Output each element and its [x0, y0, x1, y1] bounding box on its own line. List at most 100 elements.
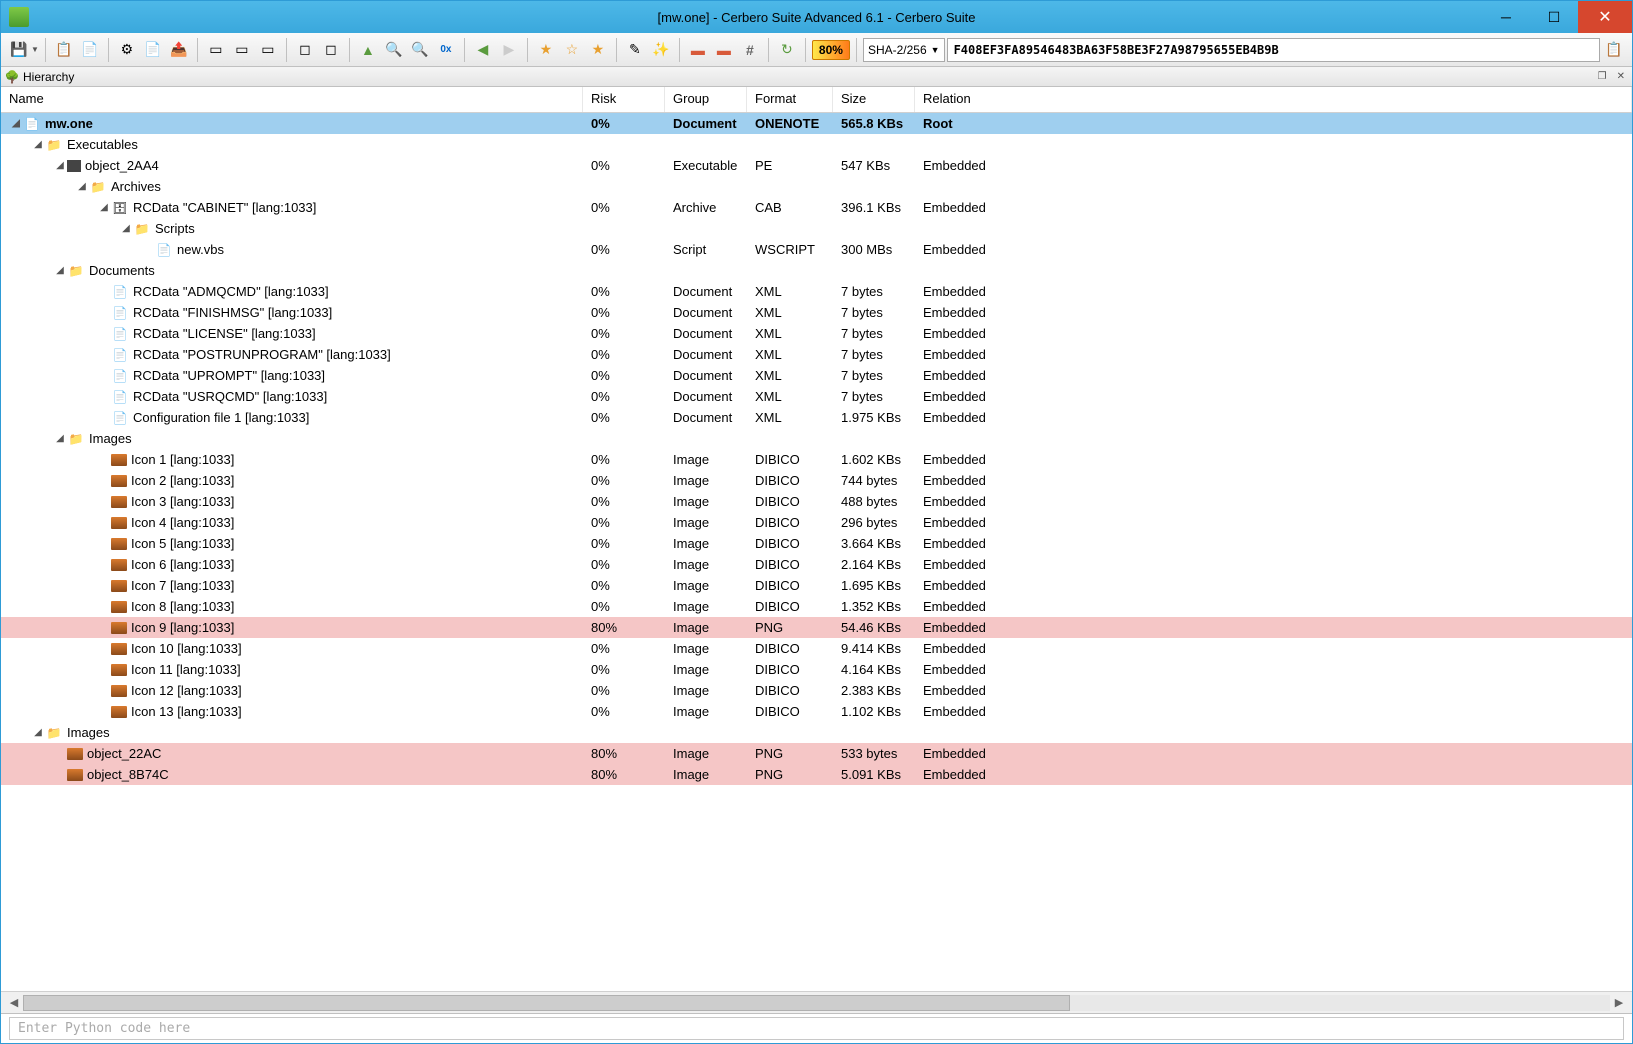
bookmark-button[interactable]: ☆	[560, 38, 584, 62]
bookmark-list-button[interactable]: ★	[586, 38, 610, 62]
undock-button[interactable]: ❐	[1595, 71, 1610, 82]
cell-relation: Embedded	[915, 683, 1632, 698]
tree-row[interactable]: Icon 6 [lang:1033]0%ImageDIBICO2.164 KBs…	[1, 554, 1632, 575]
tree-row[interactable]: RCData "POSTRUNPROGRAM" [lang:1033]0%Doc…	[1, 344, 1632, 365]
expand-toggle[interactable]: ◢	[9, 118, 23, 129]
scroll-track[interactable]	[23, 995, 1610, 1011]
window-button[interactable]: ▭	[204, 38, 228, 62]
scroll-left-button[interactable]: ◀	[5, 996, 23, 1009]
column-name[interactable]: Name	[1, 87, 583, 112]
doc-icon	[111, 305, 129, 321]
tree-row[interactable]: RCData "FINISHMSG" [lang:1033]0%Document…	[1, 302, 1632, 323]
save-window-button[interactable]: ▭	[230, 38, 254, 62]
tree-row[interactable]: Icon 2 [lang:1033]0%ImageDIBICO744 bytes…	[1, 470, 1632, 491]
paste-button[interactable]: 📄	[78, 38, 102, 62]
tree-row[interactable]: RCData "ADMQCMD" [lang:1033]0%DocumentXM…	[1, 281, 1632, 302]
tree-row[interactable]: ◢Documents	[1, 260, 1632, 281]
expand-toggle[interactable]: ◢	[119, 223, 133, 234]
close-button[interactable]: ✕	[1578, 1, 1632, 33]
column-group[interactable]: Group	[665, 87, 747, 112]
pencil-button[interactable]: ✎	[623, 38, 647, 62]
tree-row[interactable]: Icon 9 [lang:1033]80%ImagePNG54.46 KBsEm…	[1, 617, 1632, 638]
refresh-button[interactable]: ↻	[775, 38, 799, 62]
copy-hash-button[interactable]: 📋	[1602, 38, 1626, 62]
tree-row[interactable]: Icon 8 [lang:1033]0%ImageDIBICO1.352 KBs…	[1, 596, 1632, 617]
wand-button[interactable]: ✨	[649, 38, 673, 62]
cell-risk: 0%	[583, 641, 665, 656]
find-button[interactable]: 🔍	[382, 38, 406, 62]
tree-row[interactable]: new.vbs0%ScriptWSCRIPT300 MBsEmbedded	[1, 239, 1632, 260]
cell-risk: 0%	[583, 389, 665, 404]
tree-row[interactable]: object_22AC80%ImagePNG533 bytesEmbedded	[1, 743, 1632, 764]
hash-button[interactable]: #	[738, 38, 762, 62]
tree-row[interactable]: RCData "UPROMPT" [lang:1033]0%DocumentXM…	[1, 365, 1632, 386]
tree-row[interactable]: object_8B74C80%ImagePNG5.091 KBsEmbedded	[1, 764, 1632, 785]
back-button[interactable]: ◀	[471, 38, 495, 62]
up-button[interactable]: ▲	[356, 38, 380, 62]
tree-row[interactable]: ◢Archives	[1, 176, 1632, 197]
tree-row[interactable]: Icon 10 [lang:1033]0%ImageDIBICO9.414 KB…	[1, 638, 1632, 659]
gear-button[interactable]: ⚙	[115, 38, 139, 62]
tree-row[interactable]: RCData "LICENSE" [lang:1033]0%DocumentXM…	[1, 323, 1632, 344]
column-relation[interactable]: Relation	[915, 87, 1632, 112]
tree-row[interactable]: ◢mw.one0%DocumentONENOTE565.8 KBsRoot	[1, 113, 1632, 134]
expand-toggle[interactable]: ◢	[97, 202, 111, 213]
hash-value-field[interactable]: F408EF3FA89546483BA63F58BE3F27A98795655E…	[947, 38, 1600, 62]
expand-toggle[interactable]: ◢	[31, 139, 45, 150]
column-risk[interactable]: Risk	[583, 87, 665, 112]
hash-algo-combo[interactable]: SHA-2/256 ▼	[863, 38, 945, 62]
expand-toggle[interactable]: ◢	[53, 160, 67, 171]
tree-row[interactable]: Icon 5 [lang:1033]0%ImageDIBICO3.664 KBs…	[1, 533, 1632, 554]
expand-toggle[interactable]: ◢	[53, 265, 67, 276]
tree-row[interactable]: ◢object_2AA40%ExecutablePE547 KBsEmbedde…	[1, 155, 1632, 176]
export-button[interactable]: 📤	[167, 38, 191, 62]
hex-button[interactable]: 0x	[434, 38, 458, 62]
panel2-button[interactable]: ◻	[319, 38, 343, 62]
add-file-button[interactable]: 📄	[141, 38, 165, 62]
tree-row[interactable]: RCData "USRQCMD" [lang:1033]0%DocumentXM…	[1, 386, 1632, 407]
tree-row[interactable]: ◢Scripts	[1, 218, 1632, 239]
tree-row[interactable]: Icon 1 [lang:1033]0%ImageDIBICO1.602 KBs…	[1, 449, 1632, 470]
scroll-thumb[interactable]	[23, 995, 1070, 1011]
forward-button[interactable]: ▶	[497, 38, 521, 62]
img-icon	[67, 769, 83, 781]
tree-row[interactable]: Icon 11 [lang:1033]0%ImageDIBICO4.164 KB…	[1, 659, 1632, 680]
tree-row[interactable]: Configuration file 1 [lang:1033]0%Docume…	[1, 407, 1632, 428]
flag2-button[interactable]: ▬	[712, 38, 736, 62]
tree-row[interactable]: ◢Images	[1, 428, 1632, 449]
scroll-right-button[interactable]: ▶	[1610, 996, 1628, 1009]
tree-row[interactable]: Icon 3 [lang:1033]0%ImageDIBICO488 bytes…	[1, 491, 1632, 512]
delete-window-button[interactable]: ▭	[256, 38, 280, 62]
bookmark-add-button[interactable]: ★	[534, 38, 558, 62]
tree-row[interactable]: Icon 12 [lang:1033]0%ImageDIBICO2.383 KB…	[1, 680, 1632, 701]
window-title: [mw.one] - Cerbero Suite Advanced 6.1 - …	[1, 10, 1632, 25]
tree-row[interactable]: Icon 13 [lang:1033]0%ImageDIBICO1.102 KB…	[1, 701, 1632, 722]
close-panel-button[interactable]: ✕	[1614, 71, 1628, 82]
horizontal-scrollbar[interactable]: ◀ ▶	[1, 991, 1632, 1013]
titlebar[interactable]: [mw.one] - Cerbero Suite Advanced 6.1 - …	[1, 1, 1632, 33]
column-format[interactable]: Format	[747, 87, 833, 112]
flag1-button[interactable]: ▬	[686, 38, 710, 62]
risk-badge[interactable]: 80%	[812, 40, 850, 60]
column-size[interactable]: Size	[833, 87, 915, 112]
cell-group: Executable	[665, 158, 747, 173]
tree-row[interactable]: ◢Images	[1, 722, 1632, 743]
node-label: object_2AA4	[85, 158, 159, 173]
cell-group: Image	[665, 536, 747, 551]
maximize-button[interactable]: ☐	[1530, 1, 1578, 33]
panel1-button[interactable]: ◻	[293, 38, 317, 62]
tree-row[interactable]: ◢Executables	[1, 134, 1632, 155]
expand-toggle[interactable]: ◢	[75, 181, 89, 192]
python-input[interactable]	[9, 1017, 1624, 1040]
tree-row[interactable]: Icon 4 [lang:1033]0%ImageDIBICO296 bytes…	[1, 512, 1632, 533]
tree-row[interactable]: ◢RCData "CABINET" [lang:1033]0%ArchiveCA…	[1, 197, 1632, 218]
minimize-button[interactable]: ─	[1482, 1, 1530, 33]
expand-toggle[interactable]: ◢	[31, 727, 45, 738]
save-button[interactable]: 💾	[7, 38, 31, 62]
cell-size: 1.602 KBs	[833, 452, 915, 467]
dropdown-arrow-icon[interactable]: ▼	[31, 45, 39, 54]
expand-toggle[interactable]: ◢	[53, 433, 67, 444]
copy-button[interactable]: 📋	[52, 38, 76, 62]
tree-row[interactable]: Icon 7 [lang:1033]0%ImageDIBICO1.695 KBs…	[1, 575, 1632, 596]
find-next-button[interactable]: 🔍	[408, 38, 432, 62]
